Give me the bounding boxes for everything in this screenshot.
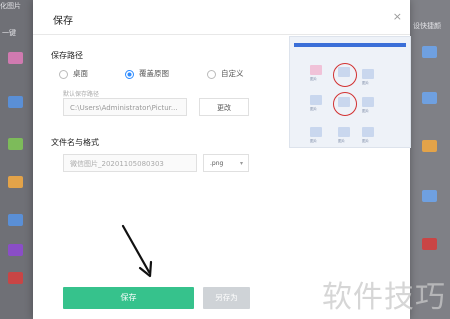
radio-circle bbox=[59, 69, 68, 79]
preview-label: 图片 bbox=[310, 77, 317, 81]
background-tile bbox=[422, 92, 437, 104]
save-path-heading: 保存路径 bbox=[51, 51, 83, 60]
title-divider bbox=[33, 34, 410, 35]
change-path-button[interactable]: 更改 bbox=[199, 98, 249, 116]
preview-label: 图片 bbox=[362, 81, 369, 85]
file-name-heading: 文件名与格式 bbox=[51, 138, 99, 147]
image-preview: 图片 图片 图片 图片 图片 图片 图片 bbox=[289, 36, 411, 148]
format-value: .png bbox=[210, 160, 224, 167]
dialog-title: 保存 bbox=[53, 16, 73, 27]
radio-desktop[interactable]: 桌面 bbox=[59, 68, 88, 79]
chevron-down-icon: ▾ bbox=[239, 160, 243, 167]
preview-icon bbox=[310, 65, 322, 75]
file-name-field[interactable]: 微信图片_20201105080303 bbox=[63, 154, 197, 172]
save-button[interactable]: 保存 bbox=[63, 287, 194, 309]
background-tile bbox=[422, 190, 437, 202]
watermark: 软件技巧 bbox=[322, 280, 446, 315]
radio-overwrite[interactable]: 覆盖原图 bbox=[125, 68, 169, 79]
preview-label: 图片 bbox=[338, 139, 345, 143]
format-select[interactable]: .png ▾ bbox=[203, 154, 249, 172]
preview-label: 图片 bbox=[310, 107, 317, 111]
preview-icon bbox=[310, 95, 322, 105]
save-path-field[interactable]: C:\Users\Administrator\Pictur... bbox=[63, 98, 187, 116]
background-tile bbox=[422, 238, 437, 250]
highlight-circle bbox=[333, 63, 357, 87]
preview-toolbar bbox=[294, 43, 406, 47]
background-tile bbox=[422, 46, 437, 58]
radio-label: 覆盖原图 bbox=[139, 69, 169, 78]
preview-label: 图片 bbox=[362, 139, 369, 143]
radio-custom[interactable]: 自定义 bbox=[207, 68, 244, 79]
background-tile bbox=[422, 140, 437, 152]
background-right-text: 设快捷颜 bbox=[413, 22, 441, 30]
background-left-panel: 化图片 一键 bbox=[0, 0, 33, 319]
highlight-circle bbox=[333, 92, 357, 116]
preview-icon bbox=[362, 69, 374, 79]
preview-icon bbox=[338, 127, 350, 137]
close-icon[interactable]: × bbox=[393, 10, 402, 23]
background-tile bbox=[8, 214, 23, 226]
background-tile bbox=[8, 52, 23, 64]
radio-circle-selected bbox=[125, 69, 134, 79]
save-path-options: 桌面 覆盖原图 自定义 bbox=[59, 68, 269, 80]
background-tile bbox=[8, 176, 23, 188]
pointer-arrow-icon bbox=[121, 224, 153, 278]
background-tile bbox=[8, 244, 23, 256]
background-tile bbox=[8, 272, 23, 284]
background-left-text: 化图片 bbox=[0, 2, 21, 10]
background-tile bbox=[8, 138, 23, 150]
preview-label: 图片 bbox=[362, 109, 369, 113]
background-left-text: 一键 bbox=[2, 29, 16, 37]
background-tile bbox=[8, 96, 23, 108]
radio-label: 自定义 bbox=[221, 69, 244, 78]
preview-label: 图片 bbox=[310, 139, 317, 143]
default-path-label: 默认保存路径 bbox=[63, 91, 100, 98]
preview-icon bbox=[310, 127, 322, 137]
radio-circle bbox=[207, 69, 216, 79]
preview-icon bbox=[362, 97, 374, 107]
preview-icon bbox=[362, 127, 374, 137]
save-as-button[interactable]: 另存为 bbox=[203, 287, 250, 309]
radio-label: 桌面 bbox=[73, 69, 88, 78]
